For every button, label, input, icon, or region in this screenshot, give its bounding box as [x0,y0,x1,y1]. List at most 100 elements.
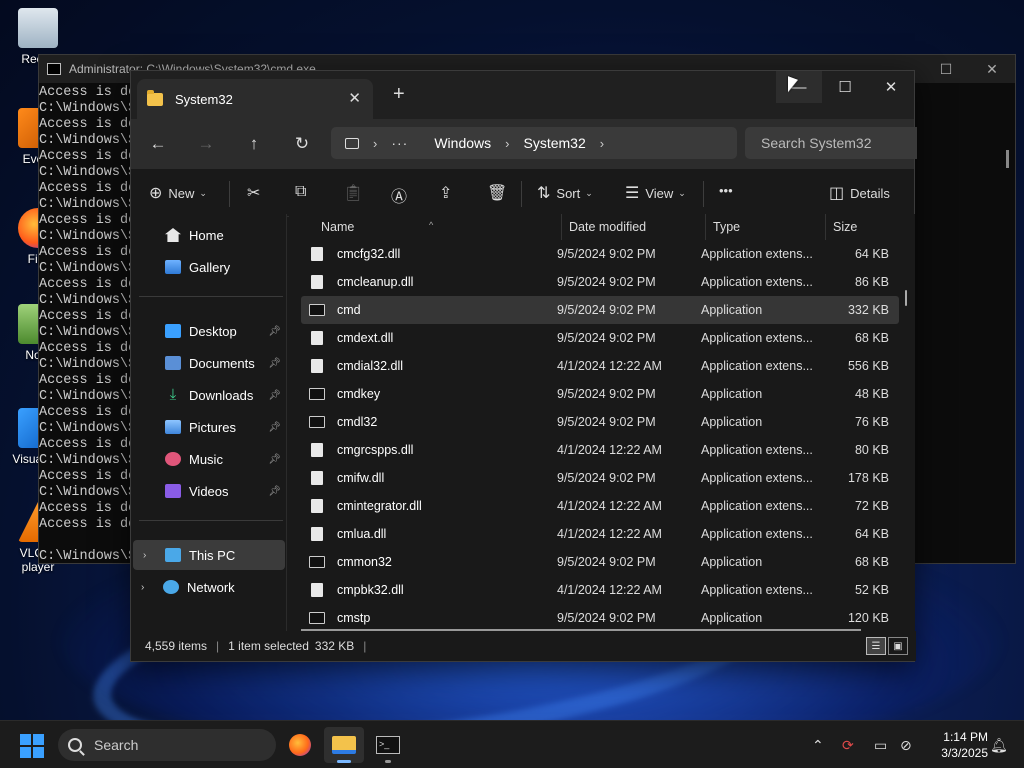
file-row[interactable]: cmlua.dll 4/1/2024 12:22 AM Application ex… [301,520,899,548]
taskbar-file-explorer[interactable] [324,727,364,763]
taskbar-search[interactable]: Search [58,729,276,761]
nav-item-videos[interactable]: Videos 📌︎ [131,476,287,506]
share-button[interactable]: ⇪ [439,183,458,203]
file-name: cmdial32.dll [337,359,404,373]
maximize-button[interactable]: ☐ [822,71,868,103]
file-size: 332 KB [847,303,889,317]
sort-ascending-icon: ^ [429,220,434,230]
cmd-output[interactable]: Access is de C:\Windows\S Access is de C:\W… [39,85,136,565]
cmd-line: Access is de [39,405,137,420]
application-icon [309,556,325,568]
breadcrumb-windows[interactable]: Windows [434,135,491,151]
file-row[interactable]: cmstp 9/5/2024 9:02 PM Application 120 KB [301,604,899,632]
file-row[interactable]: cmpbk32.dll 4/1/2024 12:22 AM Application … [301,576,899,604]
nav-item-downloads[interactable]: ⤓ Downloads 📌︎ [131,380,287,410]
file-row[interactable]: cmifw.dll 9/5/2024 9:02 PM Application ext… [301,464,899,492]
sort-button[interactable]: ⇅ Sort ⌄ [537,183,593,203]
nav-item-home[interactable]: Home [131,220,287,250]
file-row[interactable]: cmd 9/5/2024 9:02 PM Application 332 KB [301,296,899,324]
new-button[interactable]: ⊕ New ⌄ [149,183,207,203]
cmd-scrollbar[interactable] [1006,150,1009,168]
file-list: ^ Name Date modified Type Size cmcfg32.d… [289,214,915,633]
cut-button[interactable]: ✂ [247,183,266,203]
file-row[interactable]: cmcfg32.dll 9/5/2024 9:02 PM Application e… [301,240,899,268]
tiles-view-button[interactable]: ▣ [888,637,908,655]
breadcrumb-system32[interactable]: System32 [523,135,585,151]
paste-button[interactable]: 📋︎ [343,183,369,203]
back-button[interactable]: ← [147,133,169,155]
file-row[interactable]: cmdkey 9/5/2024 9:02 PM Application 48 KB [301,380,899,408]
file-type: Application extens... [701,499,813,513]
cmd-line: Access is de [39,149,137,164]
minimize-button[interactable]: — [776,71,822,103]
nav-item-label: Network [187,579,235,595]
nav-item-music[interactable]: Music 📌︎ [131,444,287,474]
nav-item-network[interactable]: › Network [131,572,287,602]
chevron-right-icon[interactable]: › [141,582,155,593]
notifications-icon[interactable]: 🔔︎ [990,737,1008,754]
taskbar-firefox[interactable] [280,727,320,763]
column-header-name[interactable]: Name [321,220,354,234]
nav-item-documents[interactable]: Documents 📌︎ [131,348,287,378]
file-row[interactable]: cmdial32.dll 4/1/2024 12:22 AM Application… [301,352,899,380]
desktop-icon [165,324,181,338]
dll-file-icon [311,247,323,261]
column-header-size[interactable]: Size [833,220,857,234]
forward-button[interactable]: → [195,133,217,155]
tab-close-icon[interactable]: ✕ [348,89,361,107]
volume-muted-icon[interactable]: ⊘ [900,737,912,754]
delete-button[interactable]: 🗑︎ [487,183,513,203]
cmd-line: C:\Windows\S [39,389,137,404]
file-row[interactable]: cmintegrator.dll 4/1/2024 12:22 AM Applica… [301,492,899,520]
file-row[interactable]: cmdext.dll 9/5/2024 9:02 PM Application ex… [301,324,899,352]
nav-item-gallery[interactable]: Gallery [131,252,287,282]
address-bar[interactable]: › ··· Windows › System32 › [331,127,737,159]
nav-item-pictures[interactable]: Pictures 📌︎ [131,412,287,442]
cmd-maximize-button[interactable]: ☐ [923,55,969,83]
file-row[interactable]: cmdl32 9/5/2024 9:02 PM Application 76 KB [301,408,899,436]
column-header-type[interactable]: Type [713,220,740,234]
details-button[interactable]: ◫ Details [829,183,890,203]
file-row[interactable]: cmmon32 9/5/2024 9:02 PM Application 68 KB [301,548,899,576]
file-row[interactable]: cmcleanup.dll 9/5/2024 9:02 PM Application… [301,268,899,296]
toolbar-divider [521,181,522,207]
mouse-cursor-icon [788,76,798,96]
nav-item-this-pc[interactable]: › This PC [133,540,285,570]
rename-icon: Ⓐ [391,189,408,206]
network-status-icon[interactable]: ▭ [874,737,887,754]
close-button[interactable]: ✕ [868,71,914,103]
breadcrumb-overflow-button[interactable]: ··· [391,135,408,151]
new-tab-button[interactable]: + [393,84,405,104]
refresh-button[interactable]: ↻ [291,133,313,155]
column-divider[interactable] [705,214,706,240]
details-view-button[interactable]: ☰ [866,637,886,655]
recycle-bin-icon [18,8,58,48]
chevron-right-icon[interactable]: › [143,550,157,561]
column-header-date[interactable]: Date modified [569,220,646,234]
rename-button[interactable]: Ⓐ [391,183,413,207]
nav-item-desktop[interactable]: Desktop 📌︎ [131,316,287,346]
chevron-up-icon[interactable]: ⌃ [812,737,824,754]
file-name: cmdl32 [337,415,378,429]
start-button[interactable] [20,734,44,758]
cmd-close-button[interactable]: ✕ [969,55,1015,83]
update-icon[interactable]: ⟳ [842,737,854,754]
column-divider[interactable] [561,214,562,240]
tab-system32[interactable]: System32 ✕ [137,79,373,119]
file-date-modified: 9/5/2024 9:02 PM [557,387,656,401]
file-size: 52 KB [854,583,889,597]
vertical-scrollbar[interactable] [905,290,907,306]
file-explorer-window[interactable]: System32 ✕ + — ☐ ✕ ← → ↑ ↻ › ··· Windows… [130,70,917,662]
clock[interactable]: 1:14 PM 3/3/2025 [926,729,988,761]
view-button[interactable]: ☰ View ⌄ [625,183,686,203]
copy-button[interactable]: ⧉ [295,183,312,201]
file-row[interactable]: cmgrcspps.dll 4/1/2024 12:22 AM Applicatio… [301,436,899,464]
cmd-line: C:\Windows\S [39,101,137,116]
file-name: cmpbk32.dll [337,583,404,597]
up-button[interactable]: ↑ [243,133,265,155]
more-options-button[interactable]: ••• [719,183,733,198]
file-size: 556 KB [847,359,889,373]
taskbar-terminal[interactable]: >_ [368,727,408,763]
search-input[interactable]: Search System32 [745,127,917,159]
column-divider[interactable] [825,214,826,240]
